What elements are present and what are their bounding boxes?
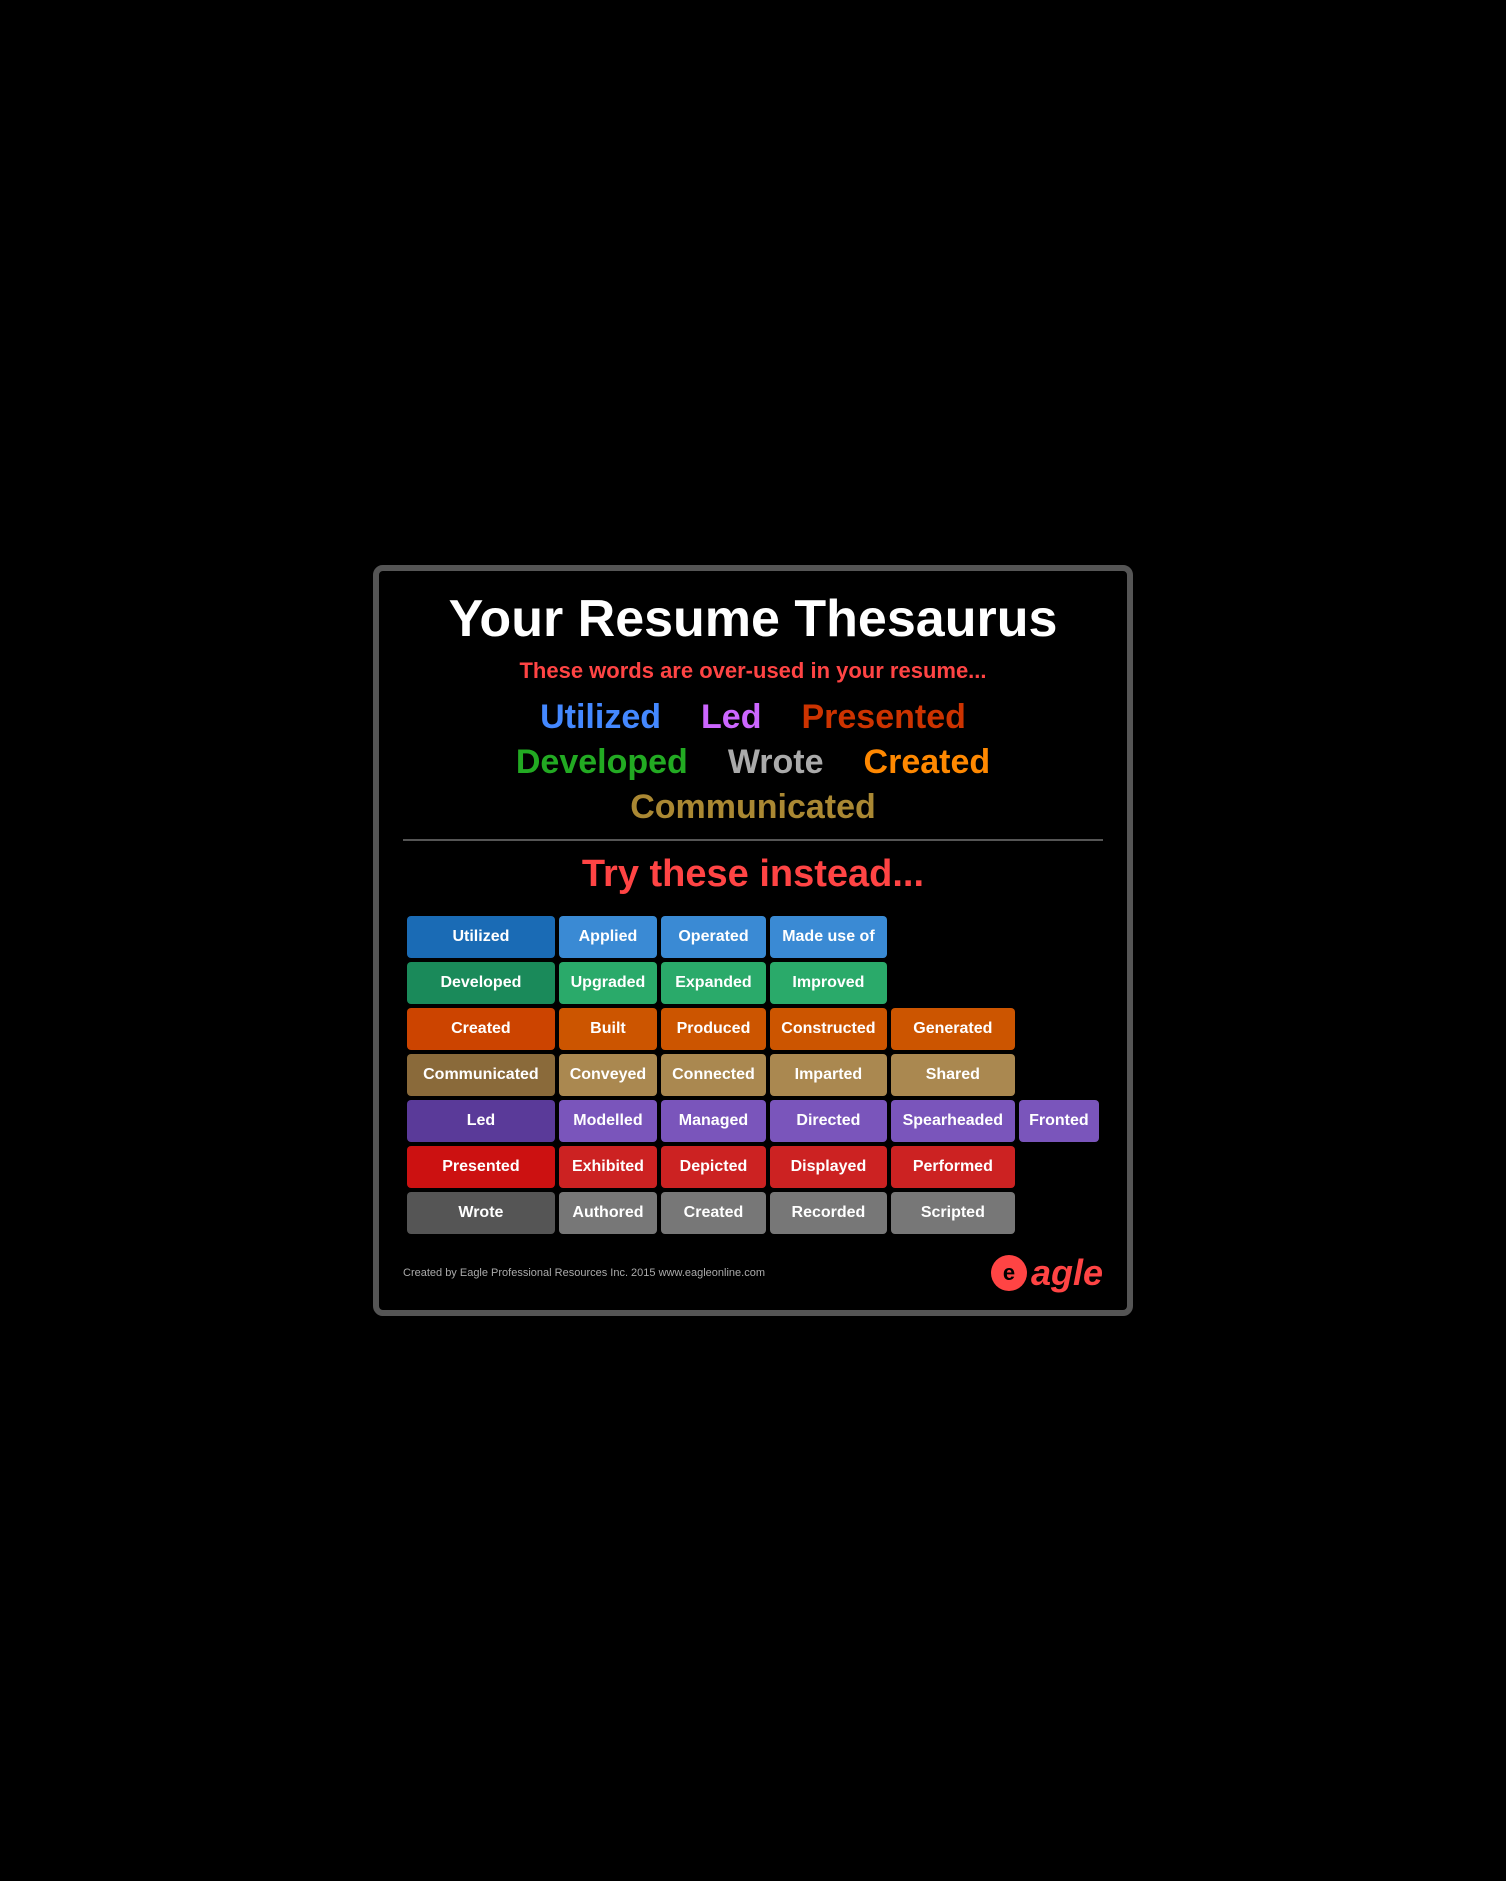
eagle-logo-icon: e (991, 1255, 1027, 1291)
synonym-wrote-0: Authored (559, 1192, 657, 1234)
synonym-utilized-2: Made use of (770, 916, 887, 958)
overused-created: Created (864, 743, 991, 782)
synonym-led-2: Directed (770, 1100, 887, 1142)
synonym-communicated-3: Shared (891, 1054, 1015, 1096)
thesaurus-row-presented: PresentedExhibitedDepictedDisplayedPerfo… (407, 1146, 1099, 1188)
synonym-presented-1: Depicted (661, 1146, 766, 1188)
synonym-wrote-3: Scripted (891, 1192, 1015, 1234)
overused-developed: Developed (516, 743, 688, 782)
synonym-utilized-1: Operated (661, 916, 766, 958)
synonym-presented-0: Exhibited (559, 1146, 657, 1188)
thesaurus-row-created: CreatedBuiltProducedConstructedGenerated (407, 1008, 1099, 1050)
label-presented: Presented (407, 1146, 555, 1188)
overused-communicated: Communicated (630, 788, 876, 827)
overused-words-section: Utilized Led Presented Developed Wrote C… (403, 698, 1103, 827)
synonym-communicated-1: Connected (661, 1054, 766, 1096)
main-title: Your Resume Thesaurus (403, 591, 1103, 648)
label-led: Led (407, 1100, 555, 1142)
try-instead-heading: Try these instead... (403, 853, 1103, 896)
thesaurus-row-utilized: UtilizedAppliedOperatedMade use of (407, 916, 1099, 958)
label-wrote: Wrote (407, 1192, 555, 1234)
thesaurus-row-developed: DevelopedUpgradedExpandedImproved (407, 962, 1099, 1004)
synonym-created-2: Constructed (770, 1008, 887, 1050)
thesaurus-row-communicated: CommunicatedConveyedConnectedImpartedSha… (407, 1054, 1099, 1096)
overused-presented: Presented (801, 698, 965, 737)
overused-led: Led (701, 698, 761, 737)
subtitle: These words are over-used in your resume… (403, 658, 1103, 684)
synonym-developed-2: Improved (770, 962, 887, 1004)
synonym-created-3: Generated (891, 1008, 1015, 1050)
synonym-communicated-0: Conveyed (559, 1054, 657, 1096)
overused-wrote: Wrote (728, 743, 824, 782)
synonym-developed-0: Upgraded (559, 962, 657, 1004)
synonym-developed-1: Expanded (661, 962, 766, 1004)
synonym-led-1: Managed (661, 1100, 766, 1142)
footer-credit: Created by Eagle Professional Resources … (403, 1267, 765, 1279)
label-developed: Developed (407, 962, 555, 1004)
synonym-presented-2: Displayed (770, 1146, 887, 1188)
label-communicated: Communicated (407, 1054, 555, 1096)
synonym-wrote-2: Recorded (770, 1192, 887, 1234)
footer: Created by Eagle Professional Resources … (403, 1252, 1103, 1294)
synonym-led-3: Spearheaded (891, 1100, 1015, 1142)
synonym-created-1: Produced (661, 1008, 766, 1050)
synonym-created-0: Built (559, 1008, 657, 1050)
label-created: Created (407, 1008, 555, 1050)
synonym-led-0: Modelled (559, 1100, 657, 1142)
synonym-communicated-2: Imparted (770, 1054, 887, 1096)
synonym-presented-3: Performed (891, 1146, 1015, 1188)
eagle-logo: e agle (991, 1252, 1103, 1294)
eagle-logo-text: agle (1031, 1252, 1103, 1294)
resume-thesaurus-card: Your Resume Thesaurus These words are ov… (373, 565, 1133, 1316)
synonym-utilized-0: Applied (559, 916, 657, 958)
overused-utilized: Utilized (540, 698, 661, 737)
synonym-led-4: Fronted (1019, 1100, 1099, 1142)
thesaurus-row-wrote: WroteAuthoredCreatedRecordedScripted (407, 1192, 1099, 1234)
thesaurus-table: UtilizedAppliedOperatedMade use ofDevelo… (403, 912, 1103, 1238)
synonym-wrote-1: Created (661, 1192, 766, 1234)
label-utilized: Utilized (407, 916, 555, 958)
thesaurus-row-led: LedModelledManagedDirectedSpearheadedFro… (407, 1100, 1099, 1142)
section-divider (403, 839, 1103, 841)
